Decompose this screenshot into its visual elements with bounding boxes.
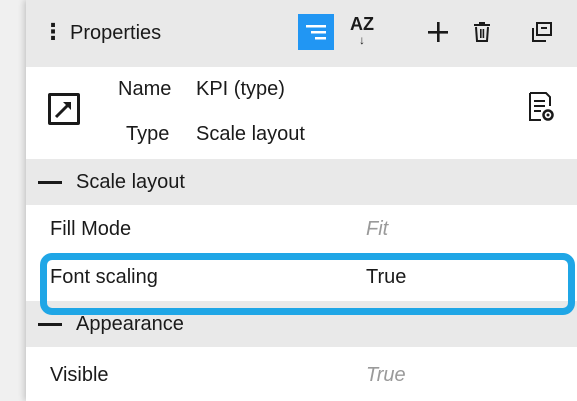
object-name-label: Name xyxy=(118,78,172,100)
property-row-visible[interactable]: Visible True xyxy=(26,351,577,399)
property-value[interactable]: True xyxy=(366,351,406,399)
object-info: Name KPI (type) Type Scale layout xyxy=(26,67,577,160)
properties-panel: ⋮ Properties AZ ↓ Name KPI (type) Type S… xyxy=(26,0,577,401)
add-button[interactable] xyxy=(420,14,456,50)
property-name: Visible xyxy=(50,364,109,386)
property-name: Fill Mode xyxy=(50,218,132,240)
highlight-outline xyxy=(40,253,575,315)
property-value[interactable]: Fit xyxy=(366,205,388,253)
panel-title: Properties xyxy=(70,22,162,44)
property-row-fill-mode[interactable]: Fill Mode Fit xyxy=(26,205,577,253)
section-scale-layout[interactable]: Scale layout xyxy=(26,159,577,205)
sort-az-icon: AZ ↓ xyxy=(350,14,374,47)
scale-layout-icon xyxy=(48,93,80,125)
popout-window-icon xyxy=(532,22,552,42)
object-type-label: Type xyxy=(126,123,170,145)
collapse-icon xyxy=(38,323,62,326)
sort-az-button[interactable]: AZ ↓ xyxy=(344,14,380,50)
object-type-value: Scale layout xyxy=(196,123,305,145)
object-name-value: KPI (type) xyxy=(196,78,285,100)
more-options-icon[interactable]: ⋮ xyxy=(42,20,64,44)
categorized-view-button[interactable] xyxy=(298,14,334,50)
panel-header: ⋮ Properties AZ ↓ xyxy=(26,0,577,67)
delete-button[interactable] xyxy=(464,14,500,50)
trash-icon xyxy=(474,22,490,42)
plus-icon xyxy=(428,22,448,42)
section-title: Scale layout xyxy=(76,171,185,193)
categorized-view-icon xyxy=(306,25,326,40)
collapse-icon xyxy=(38,181,62,184)
popout-button[interactable] xyxy=(524,14,560,50)
document-settings-icon[interactable] xyxy=(527,91,555,128)
